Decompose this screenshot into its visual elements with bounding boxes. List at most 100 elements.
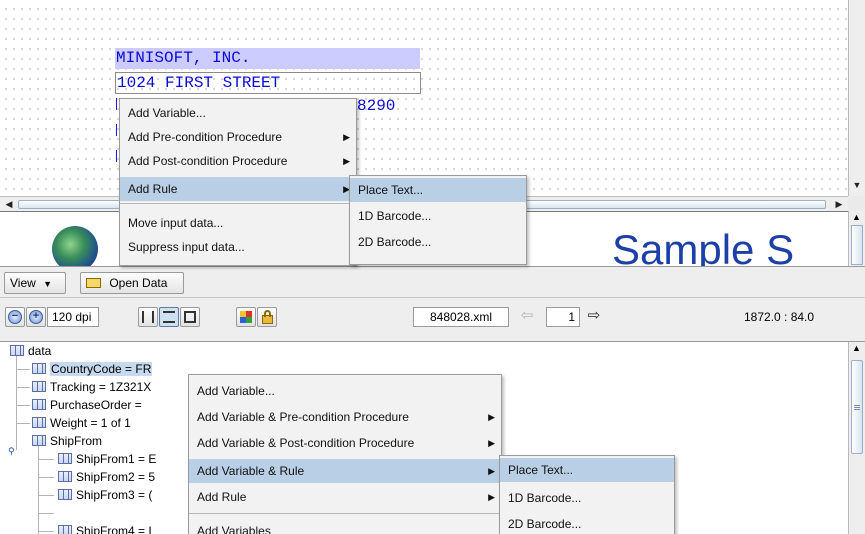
dpi-field[interactable]: 120 dpi [47,307,99,327]
fit-page-icon [184,311,196,323]
variable-rule-submenu: Place Text... 1D Barcode... 2D Barcode..… [499,455,675,534]
menu-item-move-input-data[interactable]: Move input data... [120,211,356,235]
canvas-vertical-scrollbar[interactable]: ▼ [848,0,865,196]
tree-guide-line [16,369,30,370]
rule-submenu: Place Text... 1D Barcode... 2D Barcode..… [349,175,527,265]
menu-item-2d-barcode[interactable]: 2D Barcode... [500,512,674,534]
preview-vertical-scrollbar[interactable]: ▲ [848,211,865,266]
preview-title: Sample S [612,226,795,266]
lock-button[interactable] [257,307,277,327]
menu-item-label: Add Rule [197,490,247,504]
menu-item-add-variable-post-condition[interactable]: Add Variable & Post-condition Procedure … [189,431,501,455]
menu-item-add-variable-rule[interactable]: Add Variable & Rule ▶ [189,459,501,483]
tree-item[interactable]: Tracking = 1Z321X [32,378,151,396]
menu-item-label: Suppress input data... [128,240,245,254]
menu-item-label: Add Post-condition Procedure [128,154,288,168]
menu-item-label: Add Variable & Rule [197,464,305,478]
text-caret-marker [116,150,117,162]
chevron-down-icon: ▼ [43,279,53,289]
tree-item-shipfrom[interactable]: ShipFrom [32,432,102,450]
submenu-arrow-icon: ▶ [488,492,495,502]
page-number-field[interactable]: 1 [546,307,580,327]
menu-item-add-variable[interactable]: Add Variable... [120,101,356,125]
previous-page-arrow-icon[interactable]: ⇦ [515,307,539,327]
file-name-field[interactable]: 848028.xml [413,307,509,327]
scrollbar-thumb[interactable] [851,225,863,265]
fit-height-button[interactable] [159,307,179,327]
menu-item-place-text[interactable]: Place Text... [500,458,674,482]
menu-item-label: Add Variable... [197,384,275,398]
menu-item-label: 1D Barcode... [508,491,582,505]
menu-item-add-variable-pre-condition[interactable]: Add Variable & Pre-condition Procedure ▶ [189,405,501,429]
menu-item-label: Add Rule [128,182,178,196]
data-toolbar: View ▼ Open Data [0,266,865,298]
menu-item-add-post-condition[interactable]: Add Post-condition Procedure ▶ [120,149,356,173]
menu-item-label: Place Text... [358,183,424,197]
text-caret-marker [116,98,117,110]
fit-page-button[interactable] [180,307,200,327]
menu-item-add-rule[interactable]: Add Rule ▶ [120,177,356,201]
tree-item[interactable]: ShipFrom2 = 5 [58,468,155,486]
menu-item-2d-barcode[interactable]: 2D Barcode... [350,230,526,254]
tree-item[interactable]: ShipFrom3 = ( [58,486,152,504]
text-field-street[interactable]: 1024 FIRST STREET [115,72,421,94]
menu-item-label: Add Variables [197,524,271,534]
tree-guide-line [16,423,30,424]
grip-icon [854,405,860,406]
canvas-context-menu: Add Variable... Add Pre-condition Proced… [119,98,357,266]
scroll-up-arrow-icon[interactable]: ▲ [852,212,861,222]
menu-item-label: Place Text... [508,463,574,477]
tree-item[interactable]: Weight = 1 of 1 [32,414,131,432]
tree-item[interactable]: ShipFrom1 = E [58,450,156,468]
text-field-company[interactable]: MINISOFT, INC. [115,48,420,69]
menu-item-label: 2D Barcode... [358,235,432,249]
tree-context-menu: Add Variable... Add Variable & Pre-condi… [188,374,502,534]
fit-width-button[interactable] [138,307,158,327]
menu-item-add-variables[interactable]: Add Variables [189,519,501,534]
viewer-toolbar: − + 120 dpi 848028.xml ⇦ 1 ⇨ 1872.0 : 84… [0,298,865,342]
tree-item[interactable]: PurchaseOrder = [32,396,142,414]
menu-item-add-pre-condition[interactable]: Add Pre-condition Procedure ▶ [120,125,356,149]
tree-vertical-scrollbar[interactable]: ▲ [848,342,865,534]
menu-item-1d-barcode[interactable]: 1D Barcode... [350,204,526,228]
menu-item-place-text[interactable]: Place Text... [350,178,526,202]
menu-item-label: Add Pre-condition Procedure [128,130,283,144]
table-icon [58,453,72,464]
submenu-arrow-icon: ▶ [343,132,350,142]
tree-node-label: Tracking = 1Z321X [50,380,152,394]
zoom-out-button[interactable]: − [5,307,25,327]
scrollbar-thumb[interactable] [851,360,863,454]
scroll-down-arrow-icon[interactable]: ▼ [849,178,865,192]
table-icon [58,525,72,534]
text-field-zip[interactable]: 8290 [357,96,427,116]
scroll-left-arrow-icon[interactable]: ◀ [2,197,16,211]
tree-expand-toggle-icon[interactable]: ⚲ [8,446,15,456]
menu-item-suppress-input-data[interactable]: Suppress input data... [120,235,356,259]
scroll-up-arrow-icon[interactable]: ▲ [852,343,861,353]
next-page-arrow-icon[interactable]: ⇨ [582,307,606,327]
color-palette-button[interactable] [236,307,256,327]
tree-guide-line [38,531,54,532]
submenu-arrow-icon: ▶ [488,466,495,476]
scroll-right-arrow-icon[interactable]: ▶ [832,197,846,211]
globe-logo-icon [52,226,98,266]
tree-node-label: CountryCode = FR [50,362,153,376]
tree-item[interactable]: CountryCode = FR [32,360,153,378]
tree-guide-line [38,477,54,478]
open-data-button[interactable]: Open Data [80,272,184,294]
tree-item[interactable]: ShipFrom4 = I [58,522,152,534]
zoom-out-icon: − [8,310,22,324]
tree-guide-line [16,356,17,450]
zoom-in-icon: + [29,310,43,324]
lock-shackle-icon [264,310,271,317]
table-icon [32,363,46,374]
table-icon [32,399,46,410]
menu-item-add-variable[interactable]: Add Variable... [189,379,501,403]
menu-item-label: Move input data... [128,216,224,230]
menu-item-label: Add Variable & Post-condition Procedure [197,436,415,450]
tree-guide-line [16,387,30,388]
menu-item-1d-barcode[interactable]: 1D Barcode... [500,486,674,510]
view-dropdown[interactable]: View ▼ [4,272,66,294]
zoom-in-button[interactable]: + [26,307,46,327]
menu-item-add-rule[interactable]: Add Rule ▶ [189,485,501,509]
